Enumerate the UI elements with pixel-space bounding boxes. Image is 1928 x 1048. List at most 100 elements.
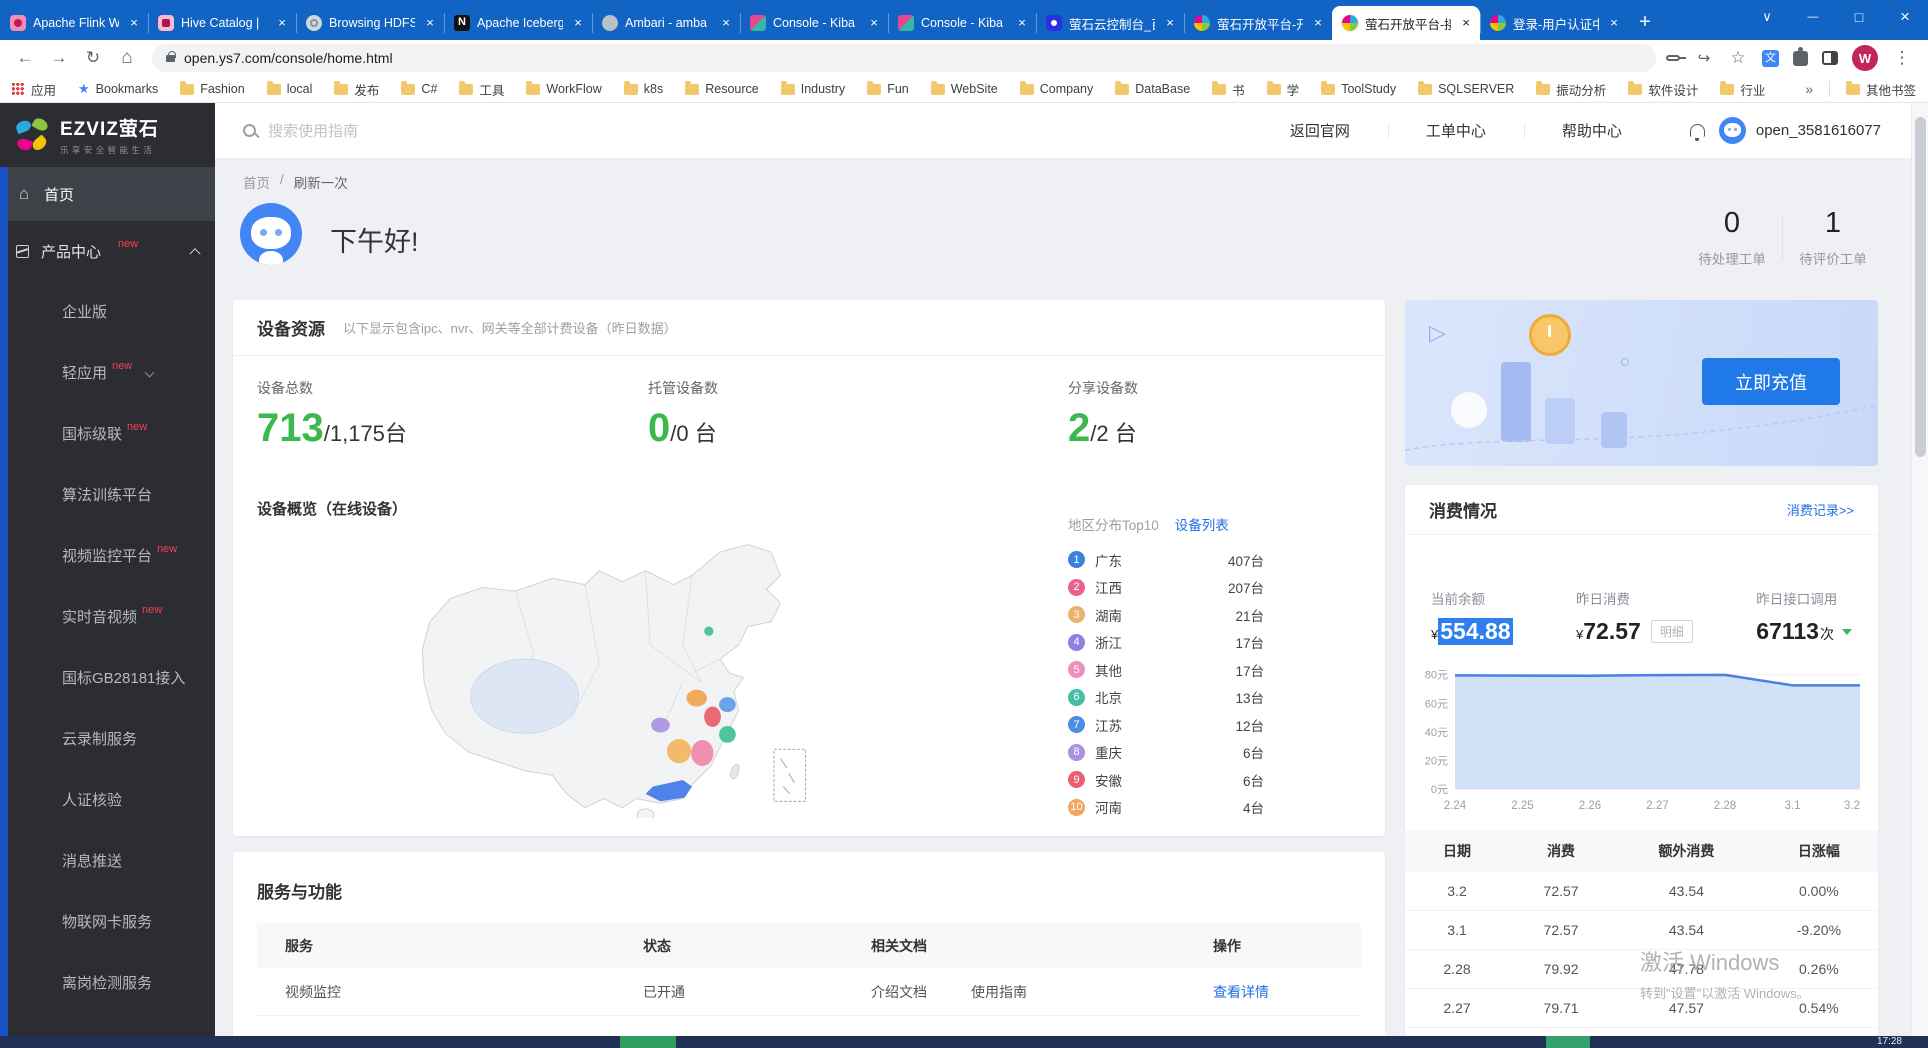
breadcrumb-home[interactable]: 首页 <box>243 172 270 192</box>
tab-close-icon[interactable] <box>1310 15 1326 31</box>
forward-icon[interactable] <box>44 43 74 73</box>
bookmark-folder[interactable]: WebSite <box>931 82 998 96</box>
consumption-records-link[interactable]: 消费记录>> <box>1787 500 1854 519</box>
sidebar-item-rtc[interactable]: 实时音视频new <box>0 586 215 647</box>
bookmark-folder[interactable]: ToolStudy <box>1321 82 1396 96</box>
tab-ys7-open-active[interactable]: 萤石开放平台-接 <box>1332 6 1480 40</box>
link-official-site[interactable]: 返回官网 <box>1252 120 1388 141</box>
translate-icon[interactable] <box>1762 50 1779 67</box>
minimize-button[interactable] <box>1790 0 1836 34</box>
bookmark-star-icon[interactable] <box>1728 48 1748 68</box>
bookmark-folder[interactable]: C# <box>401 82 437 96</box>
bookmark-folder[interactable]: SQLSERVER <box>1418 82 1514 96</box>
sidebar-item-algo-training[interactable]: 算法训练平台 <box>0 464 215 525</box>
bookmark-item[interactable]: Bookmarks <box>78 81 158 97</box>
sidebar-item-id-verify[interactable]: 人证核验 <box>0 769 215 830</box>
bookmarks-overflow-icon[interactable] <box>1805 81 1813 97</box>
reload-icon[interactable] <box>78 43 108 73</box>
new-tab-button[interactable] <box>1628 6 1662 40</box>
bookmark-folder[interactable]: local <box>267 82 313 96</box>
bookmark-folder[interactable]: DataBase <box>1115 82 1190 96</box>
tab-close-icon[interactable] <box>866 15 882 31</box>
url-field[interactable]: open.ys7.com/console/home.html <box>152 44 1656 72</box>
guide-search[interactable]: 搜索使用指南 <box>243 120 358 141</box>
review-workorders[interactable]: 1 待评价工单 <box>1789 207 1877 268</box>
home-icon[interactable] <box>112 43 142 73</box>
tab-close-icon[interactable] <box>1014 15 1030 31</box>
sidebar-item-home[interactable]: 首页 <box>0 167 215 221</box>
link-help-center[interactable]: 帮助中心 <box>1524 120 1660 141</box>
device-list-link[interactable]: 设备列表 <box>1175 514 1229 534</box>
side-panel-icon[interactable] <box>1822 51 1838 65</box>
scrollbar-thumb[interactable] <box>1915 117 1926 457</box>
tab-close-icon[interactable] <box>422 15 438 31</box>
tab-ys7-open-1[interactable]: 萤石开放平台-开 <box>1184 6 1332 40</box>
tab-browsing-hdfs[interactable]: Browsing HDFS <box>296 6 444 40</box>
sidebar-item-product-center[interactable]: 产品中心 new <box>0 221 215 281</box>
password-key-icon[interactable] <box>1666 55 1680 61</box>
extensions-icon[interactable] <box>1793 51 1808 66</box>
sidebar-item-gb-cascade[interactable]: 国标级联new <box>0 403 215 464</box>
bell-icon[interactable] <box>1690 124 1705 137</box>
tab-close-icon[interactable] <box>1162 15 1178 31</box>
taskbar-app-indicator[interactable] <box>620 1036 676 1048</box>
link-ticket-center[interactable]: 工单中心 <box>1388 120 1524 141</box>
bookmark-folder[interactable]: 振动分析 <box>1536 80 1606 99</box>
tab-close-icon[interactable] <box>1458 15 1474 31</box>
bookmark-folder[interactable]: 书 <box>1212 80 1245 99</box>
tab-console-kibana-2[interactable]: Console - Kiba <box>888 6 1036 40</box>
bookmark-folder[interactable]: Fun <box>867 82 909 96</box>
bookmark-folder[interactable]: 学 <box>1267 80 1300 99</box>
sidebar-item-gb28181[interactable]: 国标GB28181接入 <box>0 647 215 708</box>
ezviz-logo[interactable]: EZVIZ萤石 乐享安全智能生活 <box>0 103 215 167</box>
bookmark-folder[interactable]: WorkFlow <box>526 82 601 96</box>
bookmark-apps[interactable]: 应用 <box>12 80 56 99</box>
windows-taskbar[interactable]: 17:28 <box>0 1036 1928 1048</box>
sidebar-item-enterprise[interactable]: 企业版 <box>0 281 215 342</box>
tab-apache-iceberg[interactable]: Apache Iceberg <box>444 6 592 40</box>
bookmark-folder[interactable]: k8s <box>624 82 663 96</box>
bookmark-folder[interactable]: Company <box>1020 82 1094 96</box>
sidebar-item-cloud-record[interactable]: 云录制服务 <box>0 708 215 769</box>
tab-close-icon[interactable] <box>570 15 586 31</box>
sidebar-item-absence-detect[interactable]: 离岗检测服务 <box>0 952 215 1013</box>
view-details-link[interactable]: 查看详情 <box>1213 984 1269 1000</box>
tab-ambari[interactable]: Ambari - amba <box>592 6 740 40</box>
url-text[interactable]: open.ys7.com/console/home.html <box>184 50 393 66</box>
tab-close-icon[interactable] <box>126 15 142 31</box>
bookmark-folder[interactable]: Resource <box>685 82 759 96</box>
sidebar-item-iot-card[interactable]: 物联网卡服务 <box>0 891 215 952</box>
bookmark-folder[interactable]: Fashion <box>180 82 244 96</box>
back-icon[interactable] <box>10 43 40 73</box>
tab-close-icon[interactable] <box>274 15 290 31</box>
tab-ys7-console[interactable]: 萤石云控制台_百 <box>1036 6 1184 40</box>
close-button[interactable] <box>1882 0 1928 34</box>
tab-apache-flink[interactable]: Apache Flink W <box>0 6 148 40</box>
doc-guide-link[interactable]: 使用指南 <box>971 982 1027 1002</box>
bookmark-folder[interactable]: 发布 <box>334 80 379 99</box>
bookmark-folder[interactable]: 软件设计 <box>1628 80 1698 99</box>
tab-hive-catalog[interactable]: Hive Catalog | <box>148 6 296 40</box>
tab-close-icon[interactable] <box>1606 15 1622 31</box>
taskbar-app-indicator[interactable] <box>1546 1036 1590 1048</box>
user-avatar[interactable] <box>1719 117 1746 144</box>
share-icon[interactable] <box>1694 49 1714 67</box>
detail-tag-button[interactable]: 明细 <box>1651 620 1693 643</box>
tab-close-icon[interactable] <box>718 15 734 31</box>
bookmark-folder[interactable]: Industry <box>781 82 845 96</box>
bookmark-folder[interactable]: 行业 <box>1720 80 1765 99</box>
maximize-button[interactable] <box>1836 0 1882 34</box>
tab-search-icon[interactable] <box>1744 0 1790 34</box>
tab-console-kibana-1[interactable]: Console - Kiba <box>740 6 888 40</box>
browser-menu-icon[interactable] <box>1892 48 1912 68</box>
tab-login-auth[interactable]: 登录-用户认证中 <box>1480 6 1628 40</box>
sidebar-item-light-app[interactable]: 轻应用new <box>0 342 215 403</box>
sidebar-item-message-push[interactable]: 消息推送 <box>0 830 215 891</box>
sidebar-item-video-platform[interactable]: 视频监控平台new <box>0 525 215 586</box>
other-bookmarks[interactable]: 其他书签 <box>1846 80 1916 99</box>
recharge-button[interactable]: 立即充值 <box>1702 358 1840 405</box>
username[interactable]: open_3581616077 <box>1756 122 1881 139</box>
green-caret-down-icon[interactable] <box>1842 629 1852 635</box>
pending-workorders[interactable]: 0 待处理工单 <box>1688 207 1776 268</box>
bookmark-folder[interactable]: 工具 <box>459 80 504 99</box>
